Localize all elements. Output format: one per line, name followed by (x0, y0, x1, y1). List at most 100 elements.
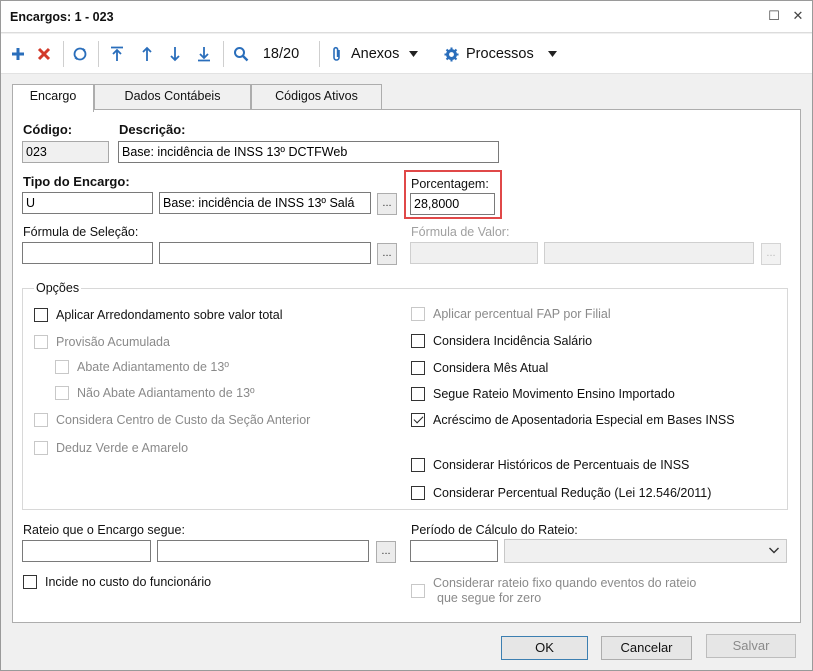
paperclip-icon (331, 46, 343, 62)
formula-selecao-lookup-button[interactable]: ... (377, 243, 397, 265)
option-percentual-reducao[interactable]: Considerar Percentual Redução (Lei 12.54… (411, 486, 711, 500)
checkbox[interactable] (34, 413, 48, 427)
rateio-fixo-line2: que segue for zero (437, 591, 542, 605)
checkbox[interactable] (55, 386, 69, 400)
checkbox[interactable] (411, 458, 425, 472)
checkbox[interactable] (23, 575, 37, 589)
processos-menu[interactable]: Processos (444, 42, 569, 66)
cancel-button[interactable]: Cancelar (601, 636, 692, 660)
rateio-description-field[interactable] (157, 540, 369, 562)
checkbox[interactable] (411, 387, 425, 401)
formula-valor-label: Fórmula de Valor: (411, 225, 510, 239)
rateio-fixo-label: Considerar rateio fixo quando eventos do… (433, 576, 696, 606)
tab-dados-contabeis[interactable]: Dados Contábeis (94, 84, 251, 110)
checkbox[interactable] (411, 307, 425, 321)
search-icon[interactable] (231, 42, 251, 66)
tipo-encargo-lookup-button[interactable]: ... (377, 193, 397, 215)
option-incidencia-salario[interactable]: Considera Incidência Salário (411, 334, 592, 348)
option-label: Considera Mês Atual (433, 361, 549, 375)
toolbar-separator (63, 41, 64, 67)
rateio-lookup-button[interactable]: ... (376, 541, 396, 563)
option-nao-abate-adiantamento[interactable]: Não Abate Adiantamento de 13º (55, 386, 255, 400)
rateio-label: Rateio que o Encargo segue: (23, 523, 185, 537)
option-label: Considera Incidência Salário (433, 334, 593, 348)
option-label: Segue Rateio Movimento Ensino Importado (433, 387, 675, 401)
dialog-window: Encargos: 1 - 023 ☐ ✕ 18/20 Anexos Proce… (0, 0, 813, 671)
checkbox[interactable] (411, 584, 425, 598)
periodo-calculo-field[interactable] (410, 540, 498, 562)
option-mes-atual[interactable]: Considera Mês Atual (411, 361, 548, 375)
codigo-label: Código: (23, 122, 73, 137)
delete-icon[interactable] (34, 42, 54, 66)
option-historicos-inss[interactable]: Considerar Históricos de Percentuais de … (411, 458, 689, 472)
option-rateio-ensino-importado[interactable]: Segue Rateio Movimento Ensino Importado (411, 387, 675, 401)
formula-valor-lookup-button[interactable]: ... (761, 243, 781, 265)
checkbox[interactable] (34, 335, 48, 349)
next-icon[interactable] (165, 42, 185, 66)
option-label: Provisão Acumulada (56, 335, 170, 349)
option-label: Considerar Percentual Redução (Lei 12.54… (433, 486, 712, 500)
tab-encargo[interactable]: Encargo (12, 84, 94, 112)
caret-down-icon (409, 51, 419, 57)
checkbox-checked[interactable] (411, 413, 425, 427)
descricao-field[interactable]: Base: incidência de INSS 13º DCTFWeb (118, 141, 499, 163)
caret-down-icon (547, 51, 557, 57)
option-fap-por-filial[interactable]: Aplicar percentual FAP por Filial (411, 307, 611, 321)
incide-custo-funcionario[interactable]: Incide no custo do funcionário (23, 575, 211, 589)
plus-icon[interactable] (8, 42, 28, 66)
periodo-calculo-select[interactable] (504, 539, 787, 563)
formula-valor-description-field[interactable] (544, 242, 754, 264)
option-label: Abate Adiantamento de 13º (77, 360, 229, 374)
maximize-icon[interactable]: ☐ (767, 9, 781, 23)
option-provisao-acumulada[interactable]: Provisão Acumulada (34, 335, 170, 349)
toolbar-separator (223, 41, 224, 67)
rateio-code-field[interactable] (22, 540, 151, 562)
option-aplicar-arredondamento[interactable]: Aplicar Arredondamento sobre valor total (34, 308, 283, 322)
checkbox[interactable] (34, 308, 48, 322)
formula-selecao-code-field[interactable] (22, 242, 153, 264)
last-icon[interactable] (194, 42, 214, 66)
toolbar-separator (319, 41, 320, 67)
option-label: Considera Centro de Custo da Seção Anter… (56, 413, 311, 427)
rateio-fixo-option[interactable]: Considerar rateio fixo quando eventos do… (411, 576, 696, 606)
save-button[interactable]: Salvar (706, 634, 796, 658)
ok-button[interactable]: OK (501, 636, 588, 660)
option-label: Não Abate Adiantamento de 13º (77, 386, 255, 400)
processos-label: Processos (466, 46, 534, 62)
anexos-label: Anexos (351, 46, 400, 62)
checkbox[interactable] (55, 360, 69, 374)
gear-icon (444, 46, 459, 62)
title-bar: Encargos: 1 - 023 ☐ ✕ (1, 1, 812, 33)
option-aposentadoria-especial[interactable]: Acréscimo de Aposentadoria Especial em B… (411, 413, 735, 427)
checkbox[interactable] (34, 441, 48, 455)
option-deduz-verde-amarelo[interactable]: Deduz Verde e Amarelo (34, 441, 188, 455)
first-icon[interactable] (107, 42, 127, 66)
option-centro-custo-secao-anterior[interactable]: Considera Centro de Custo da Seção Anter… (34, 413, 310, 427)
formula-selecao-description-field[interactable] (159, 242, 371, 264)
formula-valor-code-field[interactable] (410, 242, 538, 264)
option-label: Aplicar Arredondamento sobre valor total (56, 308, 283, 322)
tipo-encargo-description-field[interactable]: Base: incidência de INSS 13º Salá (159, 192, 371, 214)
rateio-fixo-line1: Considerar rateio fixo quando eventos do… (433, 576, 697, 590)
porcentagem-field[interactable]: 28,8000 (410, 193, 495, 215)
option-label: Deduz Verde e Amarelo (56, 441, 189, 455)
checkbox[interactable] (411, 334, 425, 348)
codigo-field[interactable]: 023 (22, 141, 109, 163)
option-abate-adiantamento[interactable]: Abate Adiantamento de 13º (55, 360, 229, 374)
toolbar-separator (98, 41, 99, 67)
previous-icon[interactable] (137, 42, 157, 66)
anexos-menu[interactable]: Anexos (331, 42, 436, 66)
descricao-label: Descrição: (119, 122, 186, 137)
periodo-calculo-label: Período de Cálculo do Rateio: (411, 523, 578, 537)
option-label: Aplicar percentual FAP por Filial (433, 307, 611, 321)
tab-codigos-ativos[interactable]: Códigos Ativos (251, 84, 382, 110)
close-icon[interactable]: ✕ (791, 9, 805, 23)
toolbar: 18/20 Anexos Processos (1, 34, 812, 74)
chevron-down-icon (768, 544, 780, 559)
option-label: Considerar Históricos de Percentuais de … (433, 458, 690, 472)
refresh-icon[interactable] (69, 42, 91, 66)
checkbox[interactable] (411, 486, 425, 500)
tipo-encargo-code-field[interactable]: U (22, 192, 153, 214)
porcentagem-label: Porcentagem: (411, 177, 489, 191)
checkbox[interactable] (411, 361, 425, 375)
